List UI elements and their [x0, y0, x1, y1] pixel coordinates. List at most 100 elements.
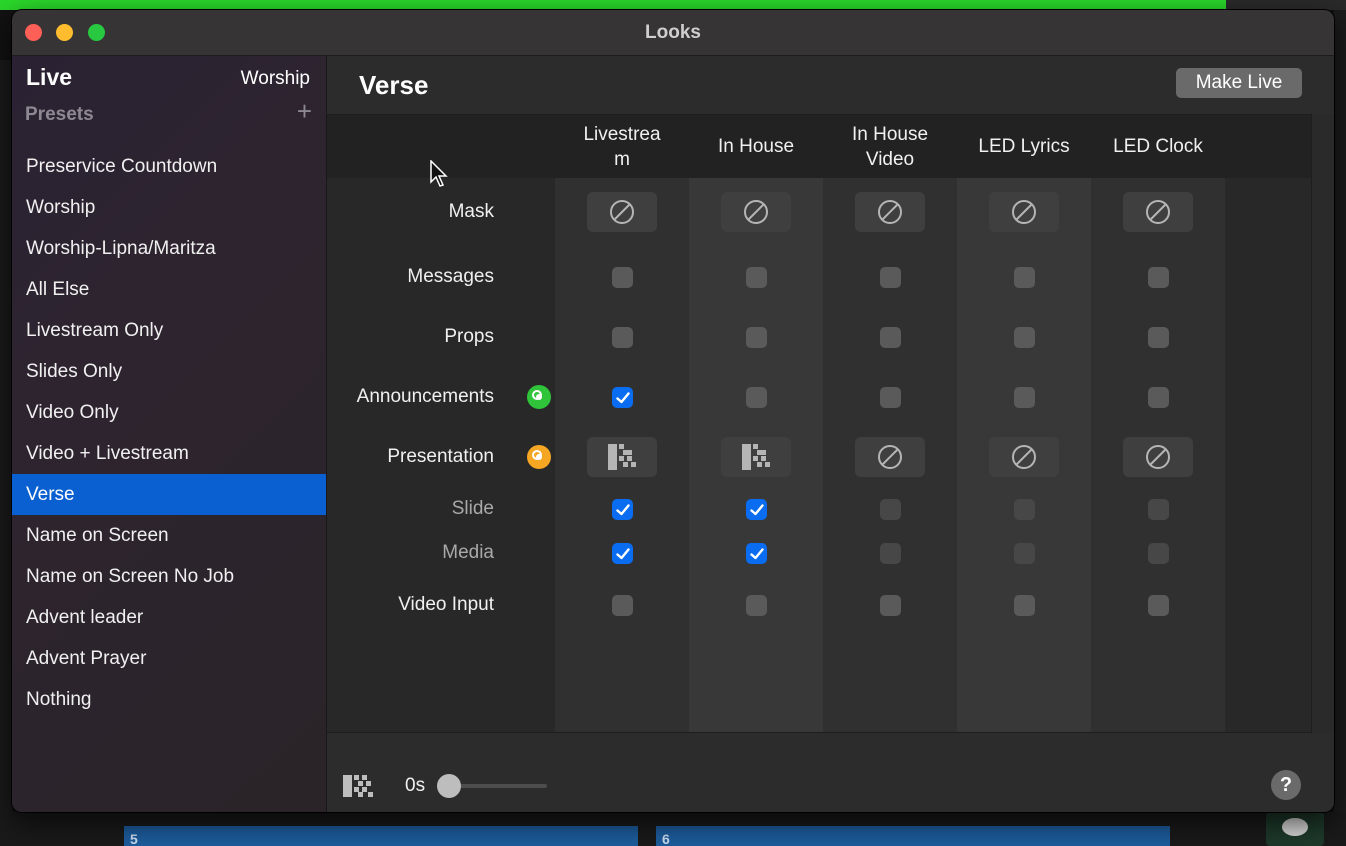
preset-item[interactable]: Slides Only — [12, 351, 326, 392]
layer-row-label: Media — [442, 542, 494, 563]
background-slide-number: 6 — [662, 831, 670, 846]
props-checkbox[interactable] — [880, 327, 901, 348]
none-icon — [1012, 445, 1036, 469]
video-input-checkbox[interactable] — [880, 595, 901, 616]
preset-item[interactable]: Worship-Lipna/Maritza — [12, 228, 326, 269]
screen-column-header: Livestrea m — [583, 123, 661, 170]
preset-list: Preservice Countdown Worship Worship-Lipna… — [12, 146, 326, 720]
announcements-checkbox[interactable] — [1014, 387, 1035, 408]
announcements-checkbox[interactable] — [1148, 387, 1169, 408]
sidebar: Live Worship Presets + Preservice Countd… — [12, 56, 327, 812]
video-input-checkbox[interactable] — [1148, 595, 1169, 616]
desktop: 5 6 Looks Live Worship Presets + Preserv… — [0, 0, 1346, 846]
add-preset-button[interactable]: + — [297, 98, 312, 124]
media-checkbox[interactable] — [1014, 543, 1035, 564]
preset-item[interactable]: Nothing — [12, 679, 326, 720]
props-checkbox[interactable] — [1014, 327, 1035, 348]
slide-checkbox[interactable] — [880, 499, 901, 520]
layer-row-label: Announcements — [356, 386, 494, 407]
checkmark-icon — [615, 391, 630, 403]
video-input-checkbox[interactable] — [746, 595, 767, 616]
none-icon — [610, 200, 634, 224]
preset-item[interactable]: Livestream Only — [12, 310, 326, 351]
transition-icon — [608, 444, 636, 470]
mask-transition-button[interactable] — [587, 192, 657, 232]
checkmark-icon — [615, 503, 630, 515]
look-title: Verse — [359, 70, 429, 100]
background-app-left-edge — [0, 60, 12, 820]
screen-column-header: In House Video — [851, 123, 929, 170]
checkmark-icon — [749, 547, 764, 559]
preset-item[interactable]: Preservice Countdown — [12, 146, 326, 187]
live-heading: Live — [26, 64, 73, 90]
mask-transition-button[interactable] — [855, 192, 925, 232]
mouse-cursor-icon — [430, 160, 448, 187]
screen-column-header: In House — [717, 136, 795, 157]
props-checkbox[interactable] — [612, 327, 633, 348]
mask-transition-button[interactable] — [1123, 192, 1193, 232]
background-slide-tile[interactable]: 5 — [124, 826, 638, 846]
messages-checkbox[interactable] — [612, 267, 633, 288]
make-live-button[interactable]: Make Live — [1176, 68, 1302, 98]
media-checkbox[interactable] — [1148, 543, 1169, 564]
mask-transition-button[interactable] — [989, 192, 1059, 232]
video-input-checkbox[interactable] — [612, 595, 633, 616]
video-input-checkbox[interactable] — [1014, 595, 1035, 616]
media-checkbox[interactable] — [880, 543, 901, 564]
media-checkbox[interactable] — [746, 543, 767, 564]
none-icon — [744, 200, 768, 224]
announcements-checkbox[interactable] — [612, 387, 633, 408]
title-bar[interactable]: Looks — [12, 10, 1334, 56]
checkmark-icon — [749, 503, 764, 515]
green-layer-icon[interactable] — [527, 385, 551, 409]
presentation-transition-button[interactable] — [721, 437, 791, 477]
preset-item[interactable]: Video + Livestream — [12, 433, 326, 474]
announcements-checkbox[interactable] — [880, 387, 901, 408]
none-icon — [878, 445, 902, 469]
presentation-transition-button[interactable] — [855, 437, 925, 477]
looks-window: Looks Live Worship Presets + Preservice … — [12, 10, 1334, 812]
props-checkbox[interactable] — [746, 327, 767, 348]
transition-icon[interactable] — [343, 775, 373, 802]
window-title: Looks — [645, 22, 701, 43]
props-checkbox[interactable] — [1148, 327, 1169, 348]
none-icon — [1146, 200, 1170, 224]
preset-item[interactable]: Name on Screen — [12, 515, 326, 556]
none-icon — [1012, 200, 1036, 224]
slide-checkbox[interactable] — [1014, 499, 1035, 520]
messages-checkbox[interactable] — [880, 267, 901, 288]
preset-item[interactable]: Name on Screen No Job — [12, 556, 326, 597]
background-app-right-edge — [1334, 10, 1346, 826]
preset-item[interactable]: Verse — [12, 474, 326, 515]
slider-knob[interactable] — [437, 774, 461, 798]
presentation-transition-button[interactable] — [1123, 437, 1193, 477]
background-slide-tile[interactable]: 6 — [656, 826, 1170, 846]
layer-row-label: Slide — [451, 498, 494, 519]
orange-layer-icon[interactable] — [527, 445, 551, 469]
slide-checkbox[interactable] — [746, 499, 767, 520]
messages-checkbox[interactable] — [1148, 267, 1169, 288]
mask-transition-button[interactable] — [721, 192, 791, 232]
media-checkbox[interactable] — [612, 543, 633, 564]
presentation-transition-button[interactable] — [989, 437, 1059, 477]
messages-checkbox[interactable] — [746, 267, 767, 288]
preset-item[interactable]: Advent leader — [12, 597, 326, 638]
presentation-transition-button[interactable] — [587, 437, 657, 477]
vertical-scrollbar[interactable] — [1311, 114, 1334, 733]
layer-row-label: Messages — [407, 266, 494, 287]
layer-row-label: Props — [444, 326, 494, 347]
none-icon — [878, 200, 902, 224]
preset-item[interactable]: Worship — [12, 187, 326, 228]
preset-item[interactable]: Advent Prayer — [12, 638, 326, 679]
transition-icon — [742, 444, 770, 470]
slide-checkbox[interactable] — [612, 499, 633, 520]
preset-item[interactable]: All Else — [12, 269, 326, 310]
preset-item[interactable]: Video Only — [12, 392, 326, 433]
slide-checkbox[interactable] — [1148, 499, 1169, 520]
announcements-checkbox[interactable] — [746, 387, 767, 408]
background-hat-button[interactable] — [1266, 812, 1324, 846]
messages-checkbox[interactable] — [1014, 267, 1035, 288]
footer-bar: 0s ? — [327, 756, 1334, 812]
background-app-green-bar — [0, 0, 1226, 10]
help-button[interactable]: ? — [1271, 770, 1301, 800]
